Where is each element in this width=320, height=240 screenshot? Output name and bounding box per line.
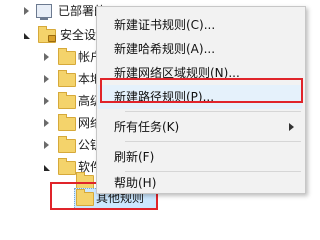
- folder-icon: [58, 136, 76, 153]
- menu-item-new-network-zone-rule[interactable]: 新建网络区域规则(N)...: [98, 61, 302, 85]
- folder-icon: [58, 158, 76, 175]
- folder-icon: [58, 48, 76, 65]
- menu-item-new-path-rule[interactable]: 新建路径规则(P)...: [98, 85, 302, 109]
- menu-item-label: 所有任务(K): [114, 120, 180, 134]
- expand-arrow-icon[interactable]: [44, 141, 49, 149]
- collapse-arrow-icon[interactable]: [24, 33, 30, 39]
- expand-arrow-icon[interactable]: [44, 97, 49, 105]
- expand-arrow-icon[interactable]: [24, 7, 29, 15]
- folder-icon: [58, 70, 76, 87]
- context-menu: 新建证书规则(C)... 新建哈希规则(A)... 新建网络区域规则(N)...…: [96, 6, 306, 194]
- menu-item-help[interactable]: 帮助(H): [98, 171, 302, 195]
- folder-icon: [76, 172, 94, 189]
- menu-item-refresh[interactable]: 刷新(F): [98, 145, 302, 169]
- folder-icon: [58, 114, 76, 131]
- menu-item-new-hash-rule[interactable]: 新建哈希规则(A)...: [98, 37, 302, 61]
- menu-separator: [125, 111, 301, 112]
- folder-icon: [76, 189, 94, 206]
- lock-folder-icon: [38, 26, 56, 43]
- submenu-arrow-icon: [289, 123, 294, 131]
- expand-arrow-icon[interactable]: [44, 75, 49, 83]
- collapse-arrow-icon[interactable]: [44, 165, 50, 171]
- expand-arrow-icon[interactable]: [44, 53, 49, 61]
- folder-icon: [58, 92, 76, 109]
- menu-item-all-tasks[interactable]: 所有任务(K): [98, 115, 302, 139]
- menu-separator: [125, 141, 301, 142]
- menu-item-new-certificate-rule[interactable]: 新建证书规则(C)...: [98, 13, 302, 37]
- computer-icon: [36, 4, 52, 20]
- expand-arrow-icon[interactable]: [44, 119, 49, 127]
